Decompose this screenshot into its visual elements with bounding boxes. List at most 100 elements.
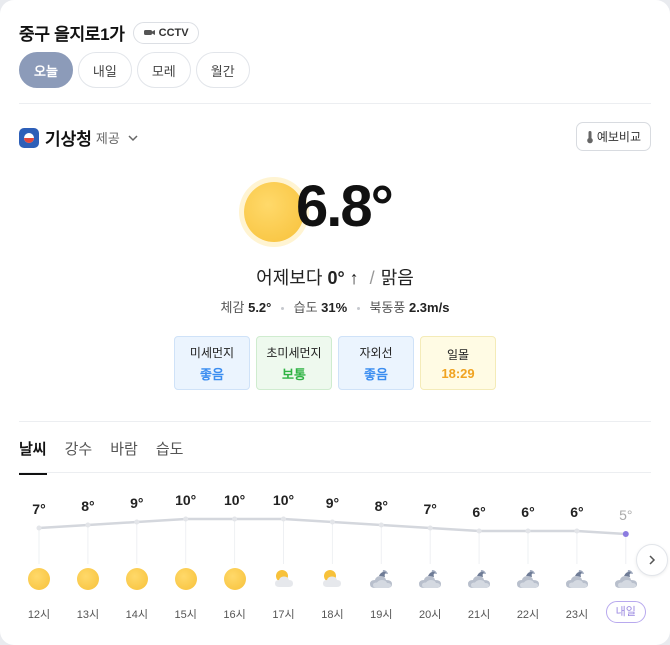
weather-details: 체감 5.2° 습도 31% 북동풍 2.3m/s bbox=[0, 297, 670, 316]
fine-dust-card[interactable]: 미세먼지 좋음 bbox=[174, 336, 250, 390]
temperature-point bbox=[85, 522, 91, 528]
chevron-down-icon bbox=[128, 134, 138, 141]
aq-label: 자외선 bbox=[359, 345, 393, 360]
thermometer-icon bbox=[587, 130, 593, 143]
hour-time: 23시 bbox=[565, 609, 589, 621]
hour-time: 19시 bbox=[370, 609, 393, 621]
aq-value: 보통 bbox=[282, 366, 306, 382]
hour-temperature: 7° bbox=[423, 501, 437, 517]
location-title[interactable]: 중구 을지로1가 bbox=[19, 20, 125, 45]
hour-time: 13시 bbox=[76, 609, 100, 621]
hour-time: 22시 bbox=[516, 609, 540, 621]
aq-label: 일몰 bbox=[446, 347, 470, 362]
hour-time: 14시 bbox=[125, 609, 148, 621]
temperature-point bbox=[476, 528, 482, 534]
hour-temperature: 9° bbox=[325, 495, 340, 511]
provider-suffix: 제공 bbox=[95, 131, 120, 146]
sun-icon bbox=[76, 568, 99, 590]
partly-cloudy-icon bbox=[319, 566, 345, 592]
tomorrow-badge[interactable]: 내일 bbox=[605, 601, 646, 623]
weather-condition: 맑음 bbox=[380, 268, 414, 288]
temperature-point bbox=[183, 516, 189, 522]
tab-monthly[interactable]: 월간 bbox=[195, 52, 250, 88]
cloudy-night-icon bbox=[564, 566, 590, 592]
temperature-point bbox=[427, 525, 433, 531]
hour-temperature: 7° bbox=[32, 501, 46, 517]
cctv-button[interactable]: CCTV bbox=[132, 21, 199, 44]
feels-like-label: 체감 bbox=[220, 300, 245, 315]
temperature-point bbox=[378, 522, 384, 528]
cloudy-night-icon bbox=[515, 566, 541, 592]
uv-card[interactable]: 자외선 좋음 bbox=[338, 336, 414, 390]
air-quality-row: 미세먼지 좋음 초미세먼지 보통 자외선 좋음 일몰 18:29 bbox=[174, 336, 496, 390]
wind-label: 북동풍 bbox=[369, 300, 406, 315]
kma-logo-icon bbox=[19, 127, 39, 148]
hour-temperature: 6° bbox=[570, 504, 584, 520]
tab-weather[interactable]: 날씨 bbox=[19, 438, 47, 475]
humidity-label: 습도 bbox=[293, 300, 318, 315]
hourly-forecast: 7° 12시 8° 13시 9° 14시 10° 15시 10° 16시 10° 17시 9° 18시 8°… bbox=[0, 490, 670, 630]
cloudy-night-icon bbox=[417, 566, 443, 592]
sunset-card[interactable]: 일몰 18:29 bbox=[420, 336, 496, 390]
tab-day-after[interactable]: 모레 bbox=[136, 52, 191, 88]
temperature-point bbox=[622, 531, 629, 537]
hour-time: 18시 bbox=[321, 609, 344, 621]
tab-tomorrow[interactable]: 내일 bbox=[77, 52, 132, 88]
aq-label: 미세먼지 bbox=[189, 345, 235, 360]
tab-humidity[interactable]: 습도 bbox=[156, 438, 184, 459]
temperature-point bbox=[329, 519, 335, 525]
hour-temperature: 6° bbox=[521, 504, 535, 520]
temperature-point bbox=[525, 528, 531, 534]
sun-icon bbox=[244, 182, 304, 242]
separator-dot bbox=[356, 307, 360, 311]
separator-dot bbox=[281, 307, 284, 311]
camera-icon bbox=[143, 29, 155, 35]
weather-card: 중구 을지로1가 CCTV 오늘 내일 모레 월간 기상청 제공 예보비교 6.… bbox=[0, 0, 670, 645]
location-header: 중구 을지로1가 CCTV bbox=[19, 20, 199, 45]
tab-precipitation[interactable]: 강수 bbox=[65, 438, 93, 459]
hour-temperature: 10° bbox=[272, 492, 295, 508]
hour-temperature: 8° bbox=[81, 498, 95, 514]
next-button[interactable] bbox=[636, 544, 668, 576]
wind-value: 2.3m/s bbox=[408, 300, 450, 315]
feels-like-value: 5.2° bbox=[248, 300, 272, 315]
hour-time: 17시 bbox=[272, 609, 295, 621]
sun-icon bbox=[174, 568, 197, 590]
tab-today[interactable]: 오늘 bbox=[19, 52, 73, 88]
sun-icon bbox=[28, 568, 50, 590]
aq-label: 초미세먼지 bbox=[266, 345, 322, 360]
weather-summary: 어제보다 0° ↑ / 맑음 bbox=[0, 264, 670, 290]
cloudy-night-icon bbox=[466, 566, 492, 592]
cctv-label: CCTV bbox=[158, 26, 189, 39]
temperature-point bbox=[232, 516, 238, 522]
forecast-compare-button[interactable]: 예보비교 bbox=[575, 122, 651, 151]
compare-value: 0° ↑ bbox=[327, 268, 359, 288]
current-temperature: 6.8° bbox=[296, 174, 394, 239]
hour-temperature: 6° bbox=[472, 504, 486, 520]
partly-cloudy-icon bbox=[271, 566, 297, 592]
hour-temperature: 10° bbox=[175, 492, 197, 508]
hour-temperature: 9° bbox=[130, 495, 144, 511]
divider bbox=[19, 472, 651, 473]
summary-separator: / bbox=[369, 268, 375, 288]
hour-time: 15시 bbox=[174, 609, 197, 621]
hour-temperature: 5° bbox=[619, 507, 633, 523]
ultrafine-dust-card[interactable]: 초미세먼지 보통 bbox=[256, 336, 332, 390]
divider bbox=[19, 103, 651, 104]
sun-icon bbox=[125, 568, 148, 590]
aq-value: 좋음 bbox=[200, 366, 224, 382]
hour-time: 12시 bbox=[27, 609, 51, 621]
tab-wind[interactable]: 바람 bbox=[110, 438, 138, 459]
hour-temperature: 8° bbox=[374, 498, 388, 514]
provider-selector[interactable]: 기상청 제공 bbox=[19, 125, 140, 150]
aq-value: 18:29 bbox=[441, 365, 475, 381]
chevron-right-icon bbox=[649, 555, 656, 565]
temperature-point bbox=[36, 525, 42, 531]
temperature-point bbox=[574, 528, 580, 534]
temperature-point bbox=[281, 516, 286, 522]
hour-time: 21시 bbox=[467, 609, 491, 621]
forecast-sub-tabs: 날씨 강수 바람 습도 bbox=[19, 438, 184, 475]
temperature-point bbox=[134, 519, 140, 525]
hour-time: 20시 bbox=[419, 609, 442, 621]
compare-text: 어제보다 bbox=[256, 268, 323, 288]
